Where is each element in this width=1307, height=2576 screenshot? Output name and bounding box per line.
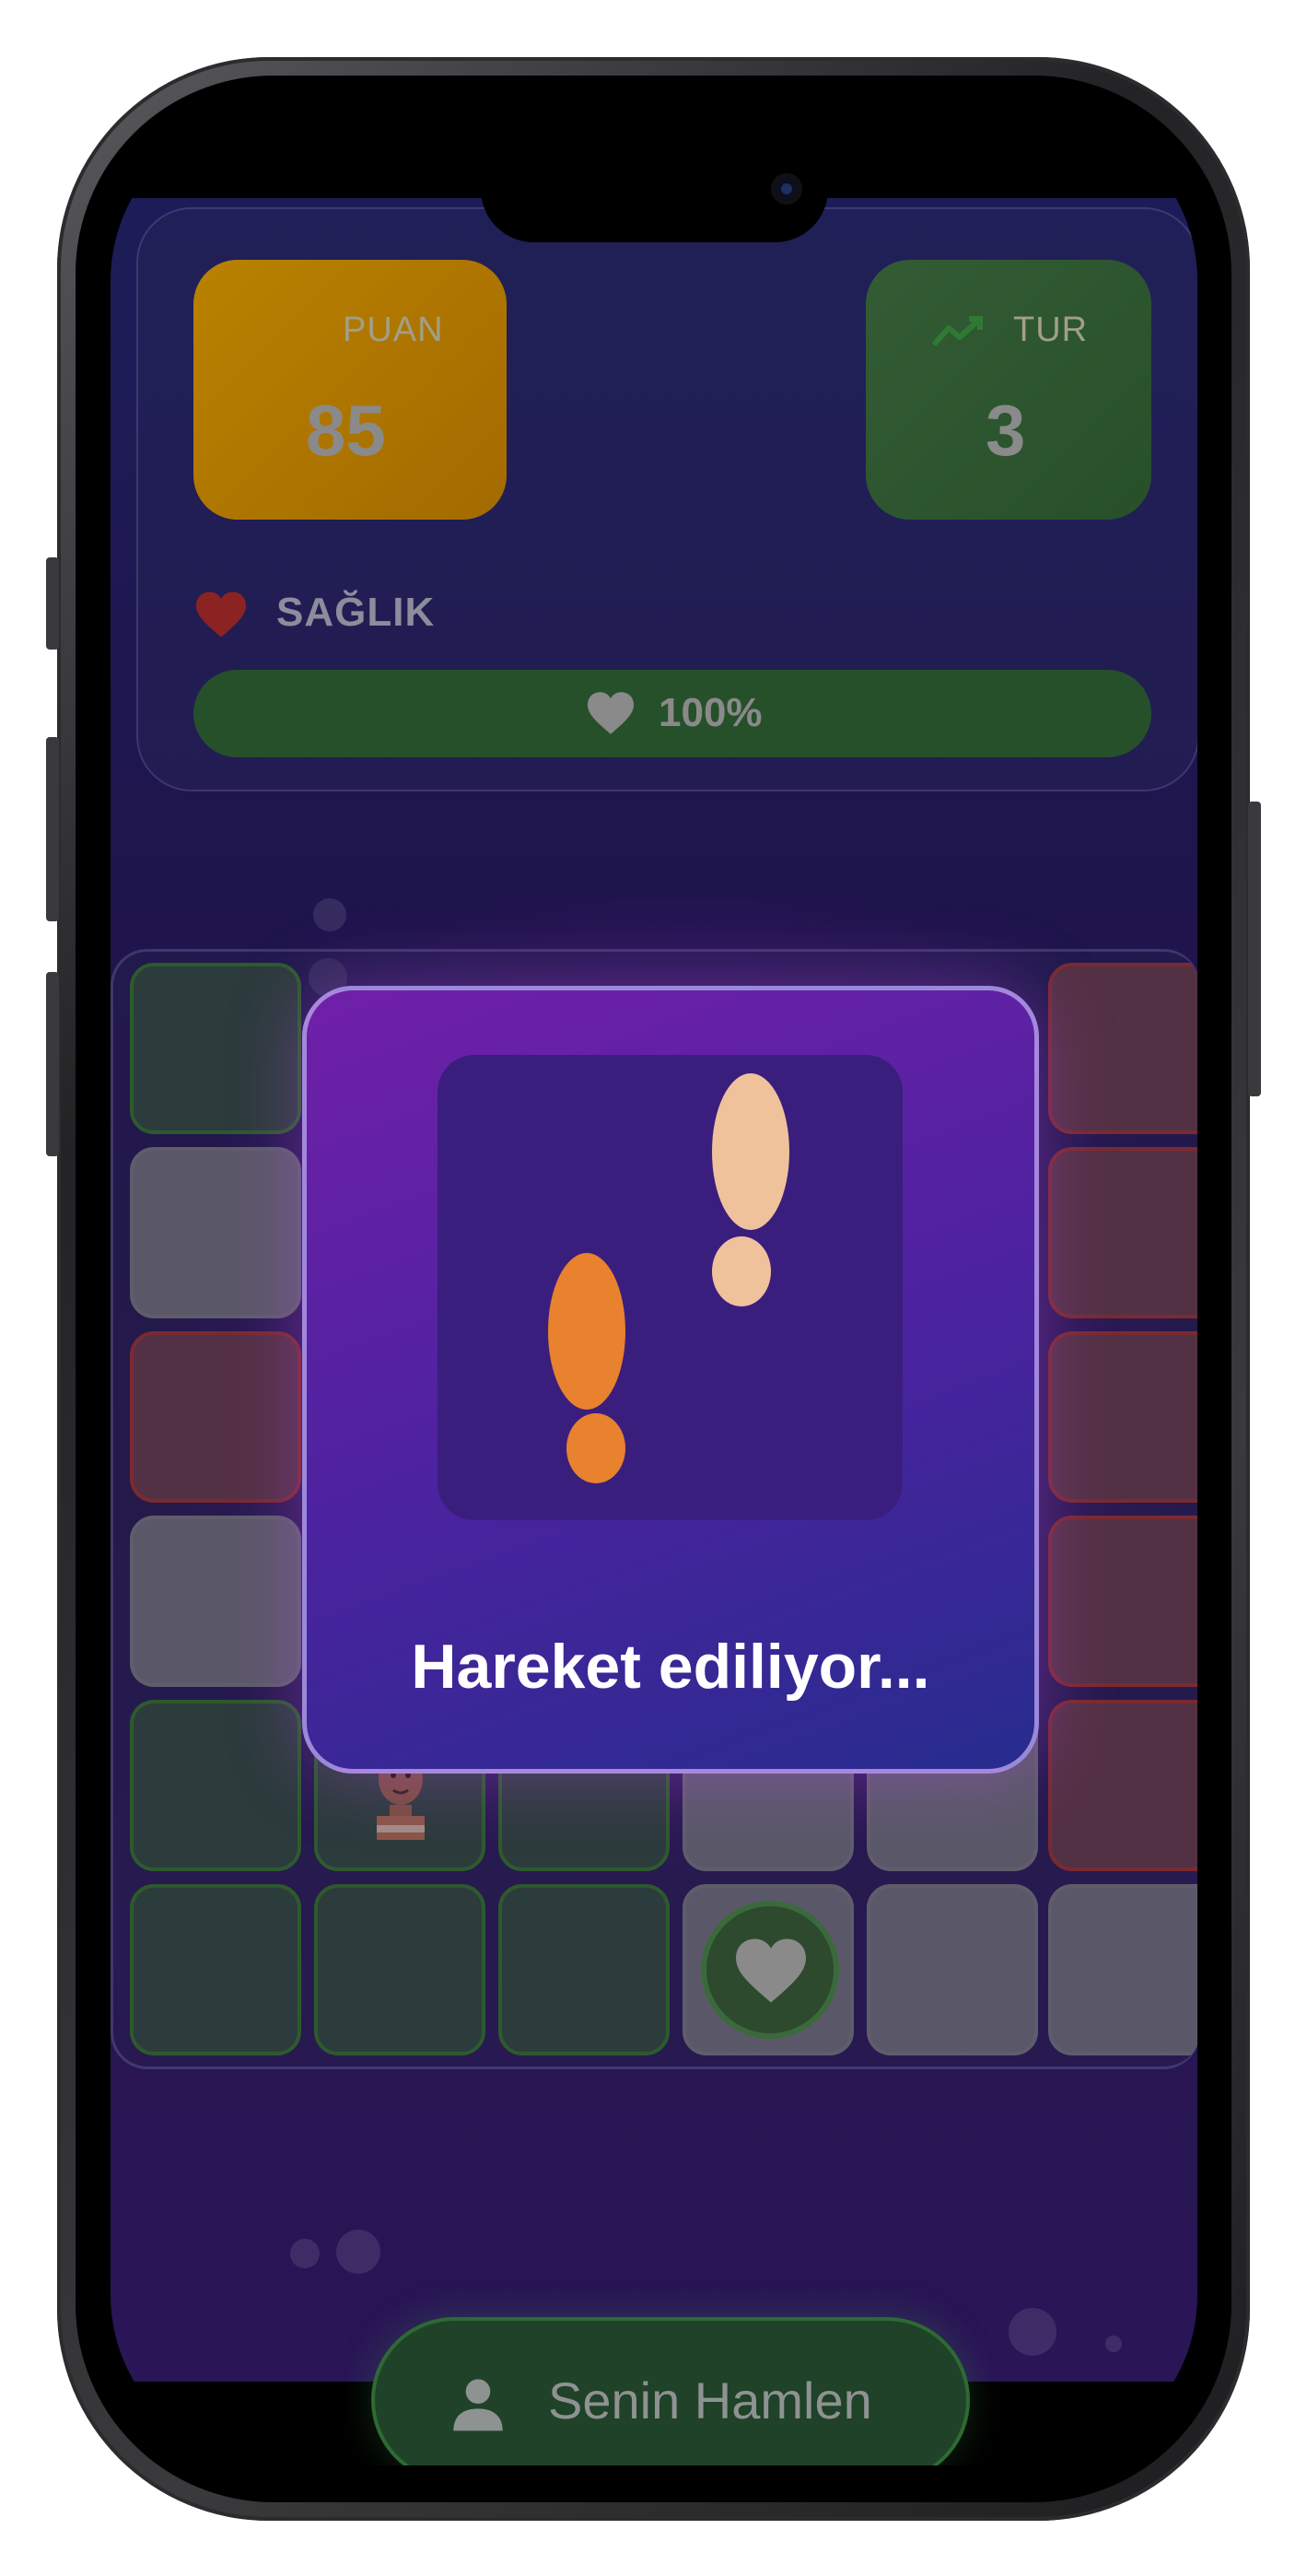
board-tile[interactable] [130,1147,301,1318]
footsteps-icon [548,1073,789,1483]
board-tile[interactable] [130,1331,301,1503]
bubble [1009,2308,1056,2356]
moving-overlay: Hareket ediliyor... [302,986,1039,1774]
overlay-message: Hareket ediliyor... [411,1632,930,1702]
board-tile[interactable] [1048,1516,1197,1687]
board-tile[interactable] [498,1884,670,2055]
board-tile[interactable] [130,963,301,1134]
volume-down-button [46,972,59,1156]
score-card: PUAN 85 [193,260,507,520]
round-label: TUR [1013,310,1089,349]
board-tile[interactable] [1048,1884,1197,2055]
heart-icon [736,1938,806,2003]
power-button [1248,802,1261,1096]
score-label: PUAN [343,310,444,349]
action-button [46,557,59,650]
score-value: 85 [306,390,386,471]
my-turn-button[interactable]: Senin Hamlen [371,2317,970,2465]
person-icon [453,2379,503,2431]
screen: PUAN 85 TUR 3 SAĞLIK 100% Hareket ediliy… [111,111,1197,2465]
round-value: 3 [986,390,1026,471]
heart-icon [588,692,634,734]
game-screen: PUAN 85 TUR 3 SAĞLIK 100% Hareket ediliy… [111,198,1197,2465]
heart-icon [196,591,246,638]
health-label: SAĞLIK [276,590,436,635]
board-tile[interactable] [130,1516,301,1687]
bubble [1105,2336,1122,2352]
board-tile[interactable] [1048,963,1197,1134]
round-card: TUR 3 [866,260,1151,520]
board-tile[interactable] [314,1884,485,2055]
trending-up-icon [931,316,983,346]
overlay-image [438,1055,903,1520]
status-panel: PUAN 85 TUR 3 SAĞLIK 100% [136,207,1197,791]
health-pickup-tile[interactable] [683,1884,854,2055]
health-bar: 100% [193,670,1151,757]
bubble [336,2230,380,2274]
board-tile[interactable] [1048,1700,1197,1871]
board-tile[interactable] [1048,1331,1197,1503]
board-tile[interactable] [130,1884,301,2055]
volume-up-button [46,737,59,921]
bubble [313,898,346,931]
bubble [290,2239,320,2268]
board-tile[interactable] [867,1884,1038,2055]
camera-icon [771,173,802,205]
health-value: 100% [659,690,763,735]
dynamic-island [481,136,828,242]
board-tile[interactable] [130,1700,301,1871]
board-tile[interactable] [1048,1147,1197,1318]
health-pickup [701,1901,839,2039]
my-turn-label: Senin Hamlen [548,2371,872,2430]
